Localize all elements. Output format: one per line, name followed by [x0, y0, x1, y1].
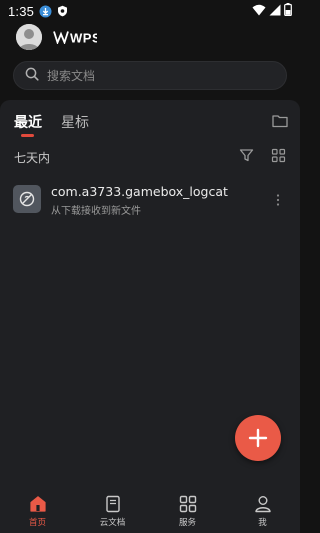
app-header: WPS [0, 22, 300, 56]
user-avatar-icon[interactable] [16, 24, 42, 50]
new-document-button[interactable] [235, 415, 281, 461]
folder-icon[interactable] [272, 113, 288, 132]
status-time: 1:35 [8, 3, 35, 19]
search-placeholder: 搜索文档 [47, 69, 96, 83]
file-subtitle: 从下载接收到新文件 [51, 206, 141, 217]
plus-icon [248, 428, 268, 448]
nav-label-me: 我 [258, 518, 267, 528]
more-options-icon[interactable] [275, 192, 281, 211]
cellular-signal-icon [269, 4, 281, 19]
nav-label-services: 服务 [178, 518, 196, 528]
grid-view-icon[interactable] [271, 148, 286, 167]
cloud-document-icon [105, 495, 120, 513]
tab-starred[interactable]: 星标 [61, 112, 89, 132]
file-list-item[interactable]: com.a3733.gamebox_logcat 从下载接收到新文件 [0, 180, 300, 222]
tab-selected-indicator [21, 134, 34, 137]
filter-icon[interactable] [239, 148, 254, 167]
nav-item-cloud-docs[interactable]: 云文档 [75, 490, 150, 533]
battery-icon [284, 3, 292, 19]
app-logo-text: WPS [70, 31, 97, 45]
search-icon [25, 66, 39, 85]
nav-label-home: 首页 [28, 518, 46, 528]
wps-logo: WPS [53, 31, 97, 45]
apps-grid-icon [179, 495, 196, 513]
shield-icon [57, 5, 68, 17]
nav-label-cloud-docs: 云文档 [99, 518, 126, 528]
status-bar: 1:35 [0, 0, 300, 22]
unknown-file-icon [13, 185, 41, 213]
wifi-icon [252, 4, 266, 19]
download-badge-icon [39, 5, 52, 18]
bottom-nav: 首页 云文档 服务 我 [0, 490, 300, 533]
person-icon [254, 496, 271, 513]
file-name: com.a3733.gamebox_logcat [51, 184, 228, 199]
nav-item-services[interactable]: 服务 [150, 490, 225, 533]
tab-recent[interactable]: 最近 [14, 112, 42, 132]
home-icon [29, 496, 46, 512]
search-input[interactable]: 搜索文档 [13, 61, 287, 90]
section-label-seven-days: 七天内 [14, 151, 51, 165]
nav-item-home[interactable]: 首页 [0, 490, 75, 533]
nav-item-me[interactable]: 我 [225, 490, 300, 533]
